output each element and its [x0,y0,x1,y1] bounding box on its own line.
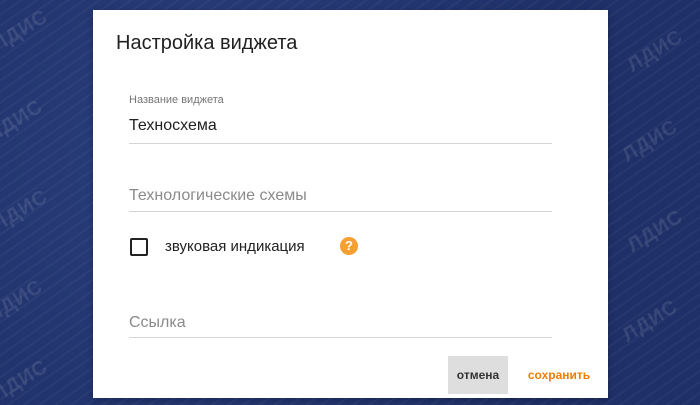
widget-name-label: Название виджета [129,94,224,106]
watermark-logo: ЛДИС [0,275,48,327]
sound-indication-label[interactable]: звуковая индикация [165,238,305,255]
watermark-logo: ЛДИС [0,5,53,57]
dialog-title: Настройка виджета [116,32,298,54]
widget-name-value[interactable]: Техносхема [129,117,217,135]
watermark-logo: ЛДИС [618,115,683,167]
help-icon[interactable]: ? [340,237,358,255]
watermark-logo: ЛДИС [0,95,48,147]
watermark-logo: ЛДИС [0,355,53,405]
link-placeholder: Ссылка [129,314,186,331]
watermark-logo: ЛДИС [618,295,683,347]
tech-schemes-placeholder: Технологические схемы [129,187,307,204]
widget-settings-dialog: Настройка виджета Название виджета Техно… [93,10,608,398]
save-button[interactable]: сохранить [519,356,599,394]
widget-name-field[interactable]: Название виджета Техносхема [129,94,552,144]
sound-indication-checkbox[interactable] [130,238,148,256]
watermark-logo: ЛДИС [623,25,688,77]
cancel-button[interactable]: отмена [448,356,508,394]
link-field[interactable]: Ссылка [129,311,552,338]
watermark-logo: ЛДИС [0,185,53,237]
watermark-logo: ЛДИС [623,205,688,257]
tech-schemes-select[interactable]: Технологические схемы [129,184,552,212]
